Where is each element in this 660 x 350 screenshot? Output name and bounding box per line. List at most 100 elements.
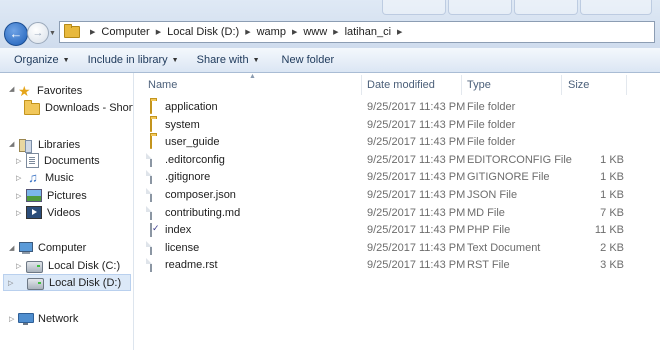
include-in-library-button[interactable]: Include in library ▼: [79, 49, 188, 71]
file-row[interactable]: .editorconfig 9/25/2017 11:43 PM EDITORCON…: [134, 152, 660, 169]
file-date-modified: 9/25/2017 11:43 PM: [367, 118, 466, 131]
window-titlebar: ← → ▼ ▶ Computer ▶ Local Disk (D:) ▶ wam…: [0, 0, 660, 48]
file-name: license: [165, 241, 200, 254]
expand-arrow-icon[interactable]: ▷: [16, 157, 21, 165]
background-window-tab: [514, 0, 578, 15]
chevron-right-icon[interactable]: ▶: [397, 28, 402, 36]
sidebar-item-local-disk-d[interactable]: Local Disk (D:): [3, 274, 131, 291]
chevron-right-icon[interactable]: ▶: [292, 28, 297, 36]
chevron-down-icon: ▼: [62, 56, 70, 64]
background-window-tab: [448, 0, 512, 15]
breadcrumb-computer[interactable]: Computer: [101, 26, 149, 38]
expand-arrow-icon[interactable]: ▷: [16, 174, 21, 182]
column-header-name[interactable]: Name: [148, 73, 177, 97]
file-date-modified: 9/25/2017 11:43 PM: [367, 101, 466, 113]
expand-arrow-icon[interactable]: ▷: [16, 209, 21, 217]
folder-icon: [150, 117, 152, 132]
column-divider[interactable]: [361, 75, 362, 95]
column-divider[interactable]: [626, 75, 627, 95]
file-name: contributing.md: [165, 206, 241, 219]
file-type: JSON File: [467, 189, 518, 201]
back-button[interactable]: ←: [4, 22, 28, 46]
file-size: 1 KB: [600, 171, 624, 184]
network-icon: [18, 312, 34, 325]
file-row[interactable]: contributing.md 9/25/2017 11:43 PM MD File…: [134, 205, 660, 222]
sidebar-item-documents[interactable]: Documents: [26, 152, 100, 169]
collapse-arrow-icon[interactable]: ◢: [9, 85, 14, 93]
column-divider[interactable]: [461, 75, 462, 95]
sidebar-item-computer[interactable]: Computer: [18, 239, 86, 256]
file-name: index: [165, 224, 192, 237]
file-size: 3 KB: [600, 259, 624, 272]
chevron-right-icon[interactable]: ▶: [156, 28, 161, 36]
file-row[interactable]: composer.json 9/25/2017 11:43 PM JSON File…: [134, 187, 660, 204]
sidebar-item-label: Computer: [38, 241, 87, 254]
sidebar-item-label: Downloads - Shortcu: [45, 101, 133, 114]
background-window-tab: [382, 0, 446, 15]
sidebar-item-local-disk-c[interactable]: Local Disk (C:): [26, 257, 120, 274]
file-name: application: [165, 101, 218, 113]
sidebar-item-network[interactable]: Network: [18, 310, 78, 327]
sidebar-item-libraries[interactable]: Libraries: [18, 136, 80, 153]
sidebar-item-favorites[interactable]: ★ Favorites: [18, 82, 82, 99]
file-row[interactable]: user_guide 9/25/2017 11:43 PM File folder: [134, 134, 660, 151]
column-header-type[interactable]: Type: [467, 73, 491, 97]
breadcrumb-wamp[interactable]: wamp: [257, 26, 286, 38]
file-name: .editorconfig: [165, 153, 225, 166]
file-type: PHP File: [467, 224, 511, 237]
documents-icon: [26, 153, 39, 168]
column-header-size[interactable]: Size: [568, 73, 589, 97]
expand-arrow-icon[interactable]: ▷: [8, 279, 13, 287]
sidebar-item-label: Network: [38, 312, 79, 325]
chevron-right-icon[interactable]: ▶: [245, 28, 250, 36]
file-row[interactable]: license 9/25/2017 11:43 PM Text Document 2 …: [134, 240, 660, 257]
file-row[interactable]: application 9/25/2017 11:43 PM File folder: [134, 99, 660, 116]
file-row[interactable]: readme.rst 9/25/2017 11:43 PM RST File 3 KB: [134, 257, 660, 274]
address-bar[interactable]: ▶ Computer ▶ Local Disk (D:) ▶ wamp ▶ ww…: [59, 21, 655, 43]
collapse-arrow-icon[interactable]: ◢: [9, 244, 14, 252]
share-with-label: Share with: [196, 54, 249, 66]
file-row[interactable]: system 9/25/2017 11:43 PM File folder: [134, 117, 660, 134]
file-name: composer.json: [165, 189, 236, 201]
file-type: EDITORCONFIG File: [467, 153, 572, 166]
sidebar-item-label: Local Disk (C:): [48, 259, 121, 272]
file-size: 11 KB: [594, 224, 624, 237]
file-name: .gitignore: [165, 171, 211, 184]
organize-button[interactable]: Organize ▼: [5, 49, 79, 71]
recent-pages-dropdown-icon[interactable]: ▼: [49, 30, 56, 37]
new-folder-label: New folder: [281, 54, 335, 66]
forward-button[interactable]: →: [27, 22, 49, 44]
sort-ascending-icon: ▲: [249, 73, 256, 80]
breadcrumb-latihan-ci[interactable]: latihan_ci: [345, 26, 391, 38]
expand-arrow-icon[interactable]: ▷: [16, 262, 21, 270]
sidebar-item-videos[interactable]: Videos: [26, 204, 80, 221]
navigation-pane: ◢ ★ Favorites Downloads - Shortcu ◢ Libr…: [0, 73, 134, 350]
column-divider[interactable]: [561, 75, 562, 95]
sidebar-item-pictures[interactable]: Pictures: [26, 187, 87, 204]
file-row[interactable]: index 9/25/2017 11:43 PMPHP File 11 KB: [134, 222, 660, 239]
music-icon: ♫: [28, 169, 38, 185]
file-icon: [150, 205, 152, 220]
file-date-modified: 9/25/2017 11:43 PM: [367, 153, 466, 166]
file-date-modified: 9/25/2017 11:43 PM: [367, 189, 466, 201]
file-size: 2 KB: [600, 241, 624, 254]
new-folder-button[interactable]: New folder: [273, 49, 344, 71]
file-size: 1 KB: [600, 189, 624, 201]
column-header-date-modified[interactable]: Date modified: [367, 73, 435, 97]
chevron-right-icon[interactable]: ▶: [333, 28, 338, 36]
file-name: readme.rst: [165, 259, 218, 272]
folder-icon: [150, 135, 152, 150]
chevron-right-icon[interactable]: ▶: [90, 28, 95, 36]
collapse-arrow-icon[interactable]: ◢: [9, 140, 14, 148]
file-date-modified: 9/25/2017 11:43 PM: [367, 206, 466, 219]
sidebar-item-downloads[interactable]: Downloads - Shortcu: [24, 99, 133, 116]
breadcrumb-local-disk-d[interactable]: Local Disk (D:): [167, 26, 239, 38]
expand-arrow-icon[interactable]: ▷: [16, 192, 21, 200]
file-row[interactable]: .gitignore 9/25/2017 11:43 PM GITIGNORE Fi…: [134, 169, 660, 186]
expand-arrow-icon[interactable]: ▷: [9, 315, 14, 323]
file-name: user_guide: [165, 136, 220, 149]
breadcrumb-www[interactable]: www: [303, 26, 327, 38]
share-with-button[interactable]: Share with ▼: [188, 49, 269, 71]
sidebar-item-music[interactable]: ♫ Music: [26, 169, 74, 186]
sidebar-item-label: Pictures: [47, 189, 87, 202]
